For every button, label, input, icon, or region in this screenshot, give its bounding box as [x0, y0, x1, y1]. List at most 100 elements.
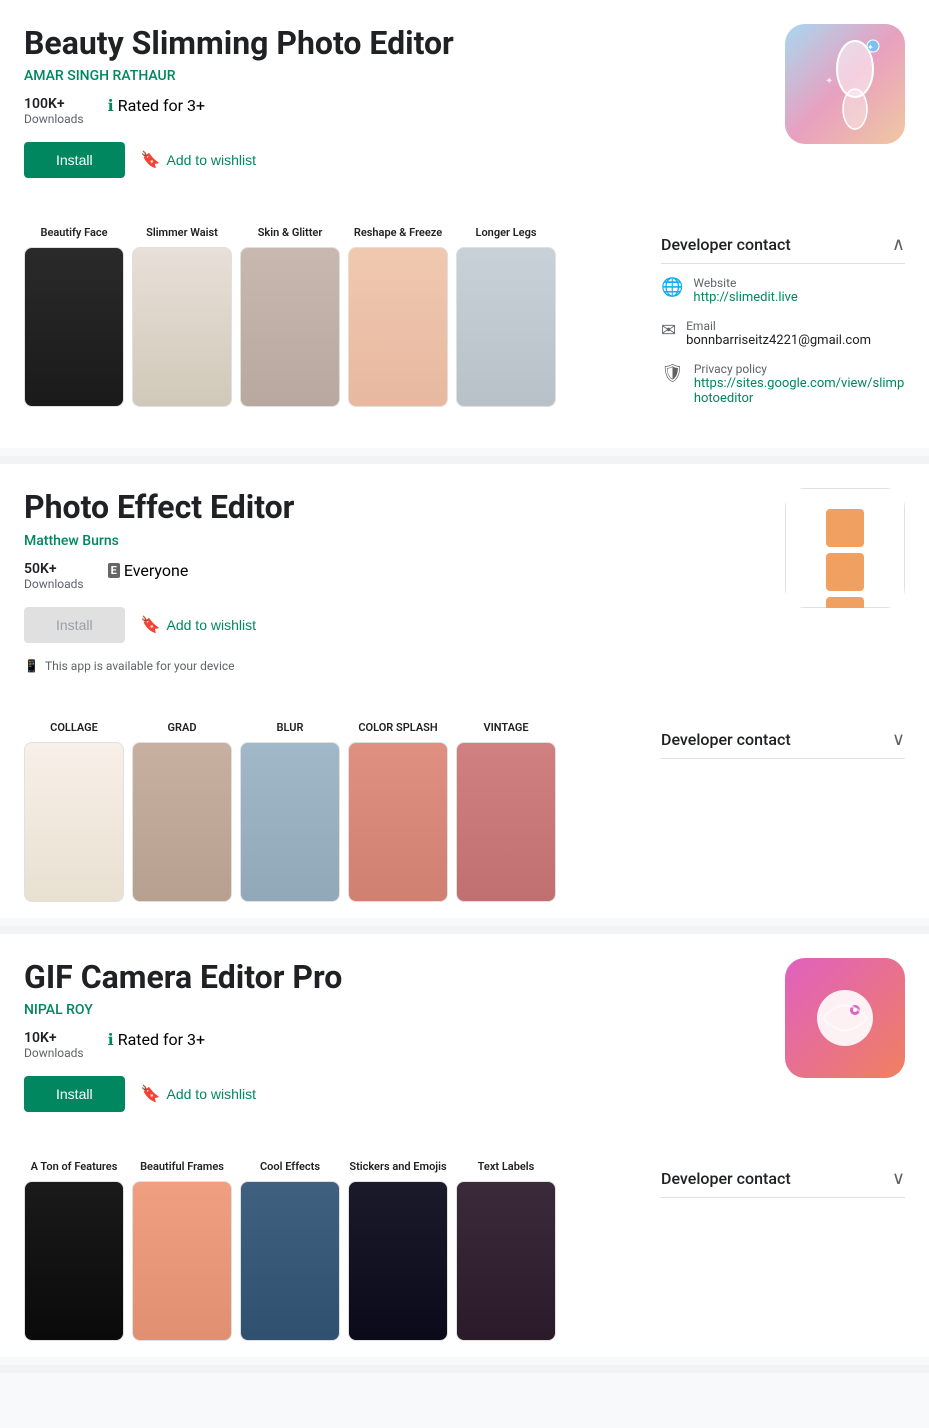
- wishlist-button[interactable]: 🔖 Add to wishlist: [141, 150, 256, 170]
- svg-text:✦: ✦: [867, 43, 874, 52]
- downloads-value: 100K+: [24, 96, 84, 112]
- app-actions: Install 🔖 Add to wishlist: [24, 142, 769, 178]
- install-button[interactable]: Install: [24, 607, 125, 643]
- app-section-beauty-slimming: Beauty Slimming Photo Editor AMAR SINGH …: [0, 0, 929, 448]
- screenshot-item: Slimmer Waist: [132, 226, 232, 407]
- screenshot-image: [456, 247, 556, 407]
- downloads-value: 10K+: [24, 1030, 84, 1046]
- app-header-left: GIF Camera Editor Pro NIPAL ROY 10K+ Dow…: [24, 958, 769, 1128]
- screenshot-image: [348, 1181, 448, 1341]
- app-icon: [785, 488, 905, 608]
- section-separator: [0, 926, 929, 934]
- screenshot-image: [24, 1181, 124, 1341]
- section-lower: COLLAGE GRAD BLUR COLOR SPLASH VINTAGE D…: [24, 705, 905, 918]
- rating-value: ℹ Rated for 3+: [108, 96, 206, 115]
- device-note-text: This app is available for your device: [45, 659, 235, 673]
- app-developer[interactable]: NIPAL ROY: [24, 1002, 769, 1018]
- screenshot-image: [456, 1181, 556, 1341]
- app-title: GIF Camera Editor Pro: [24, 958, 769, 996]
- install-button[interactable]: Install: [24, 142, 125, 178]
- rating-text: Rated for 3+: [118, 1030, 205, 1049]
- rating-text: Rated for 3+: [118, 96, 205, 115]
- rating-value: ℹ Rated for 3+: [108, 1030, 206, 1049]
- screenshot-item: Beautiful Frames: [132, 1160, 232, 1341]
- screenshot-item: Cool Effects: [240, 1160, 340, 1341]
- screenshots-row: Beautify Face Slimmer Waist Skin & Glitt…: [24, 226, 645, 407]
- bookmark-icon: 🔖: [141, 150, 161, 170]
- app-actions: Install 🔖 Add to wishlist: [24, 1076, 769, 1112]
- rating-icon: ℹ: [108, 96, 114, 115]
- email-value[interactable]: bonnbarriseitz4221@gmail.com: [686, 333, 871, 348]
- screenshot-label: Stickers and Emojis: [349, 1160, 446, 1173]
- app-icon: ✦ ✦: [785, 24, 905, 144]
- wishlist-label: Add to wishlist: [167, 1086, 256, 1102]
- screenshot-label: GRAD: [168, 721, 197, 734]
- screenshot-image: [456, 742, 556, 902]
- wishlist-button[interactable]: 🔖 Add to wishlist: [141, 615, 256, 635]
- developer-contact-panel: Developer contact ∧ 🌐 Website http://sli…: [645, 226, 905, 432]
- wishlist-label: Add to wishlist: [167, 617, 256, 633]
- device-note: 📱 This app is available for your device: [24, 659, 769, 673]
- app-developer[interactable]: AMAR SINGH RATHAUR: [24, 68, 769, 84]
- app-header: GIF Camera Editor Pro NIPAL ROY 10K+ Dow…: [24, 958, 905, 1128]
- screenshot-image: [240, 742, 340, 902]
- screenshot-item: Beautify Face: [24, 226, 124, 407]
- svg-text:✦: ✦: [825, 76, 833, 87]
- screenshot-image: [240, 247, 340, 407]
- privacy-value[interactable]: https://sites.google.com/view/slimphotoe…: [694, 376, 905, 406]
- app-icon: [785, 958, 905, 1078]
- developer-contact-header[interactable]: Developer contact ∨: [661, 721, 905, 759]
- downloads-stat: 50K+ Downloads: [24, 561, 84, 591]
- screenshot-image: [348, 247, 448, 407]
- app-stats: 50K+ Downloads E Everyone: [24, 561, 769, 591]
- screenshot-item: VINTAGE: [456, 721, 556, 902]
- install-button[interactable]: Install: [24, 1076, 125, 1112]
- email-icon: ✉: [661, 320, 676, 341]
- downloads-value: 50K+: [24, 561, 84, 577]
- bookmark-icon: 🔖: [141, 1084, 161, 1104]
- screenshot-label: Slimmer Waist: [146, 226, 218, 239]
- screenshot-item: Reshape & Freeze: [348, 226, 448, 407]
- app-header: Photo Effect Editor Matthew Burns 50K+ D…: [24, 488, 905, 688]
- app-title: Beauty Slimming Photo Editor: [24, 24, 769, 62]
- app-section-gif-camera: GIF Camera Editor Pro NIPAL ROY 10K+ Dow…: [0, 934, 929, 1357]
- chevron-down-icon: ∨: [892, 1168, 905, 1189]
- rating-stat: E Everyone: [108, 561, 189, 591]
- screenshot-image: [132, 247, 232, 407]
- app-developer[interactable]: Matthew Burns: [24, 533, 769, 549]
- downloads-label: Downloads: [24, 112, 84, 126]
- developer-contact-header[interactable]: Developer contact ∨: [661, 1160, 905, 1198]
- rating-text: Everyone: [124, 561, 188, 580]
- screenshot-label: Text Labels: [478, 1160, 535, 1173]
- screenshot-item: BLUR: [240, 721, 340, 902]
- wishlist-button[interactable]: 🔖 Add to wishlist: [141, 1084, 256, 1104]
- screenshot-image: [348, 742, 448, 902]
- screenshot-image: [24, 247, 124, 407]
- app-title: Photo Effect Editor: [24, 488, 769, 526]
- developer-contact-panel: Developer contact ∨: [645, 1160, 905, 1198]
- website-value[interactable]: http://slimedit.live: [693, 290, 797, 305]
- website-info: 🌐 Website http://slimedit.live: [661, 276, 905, 305]
- screenshot-label: VINTAGE: [483, 721, 528, 734]
- screenshot-label: Reshape & Freeze: [354, 226, 442, 239]
- developer-contact-title: Developer contact: [661, 1169, 791, 1188]
- bookmark-icon: 🔖: [141, 615, 161, 635]
- chevron-down-icon: ∨: [892, 729, 905, 750]
- screenshot-item: COLOR SPLASH: [348, 721, 448, 902]
- app-actions: Install 🔖 Add to wishlist: [24, 607, 769, 643]
- developer-contact-title: Developer contact: [661, 235, 791, 254]
- email-info: ✉ Email bonnbarriseitz4221@gmail.com: [661, 319, 905, 348]
- screenshot-label: BLUR: [277, 721, 304, 734]
- screenshot-label: A Ton of Features: [31, 1160, 118, 1173]
- email-label: Email: [686, 319, 871, 333]
- screenshot-image: [24, 742, 124, 902]
- app-stats: 100K+ Downloads ℹ Rated for 3+: [24, 96, 769, 126]
- screenshot-image: [132, 1181, 232, 1341]
- shield-icon: 🛡: [661, 363, 684, 384]
- developer-contact-header[interactable]: Developer contact ∧: [661, 226, 905, 264]
- screenshot-item: Skin & Glitter: [240, 226, 340, 407]
- screenshot-image: [132, 742, 232, 902]
- screenshots-container: Beautify Face Slimmer Waist Skin & Glitt…: [24, 226, 645, 407]
- downloads-label: Downloads: [24, 1046, 84, 1060]
- screenshot-label: Cool Effects: [260, 1160, 320, 1173]
